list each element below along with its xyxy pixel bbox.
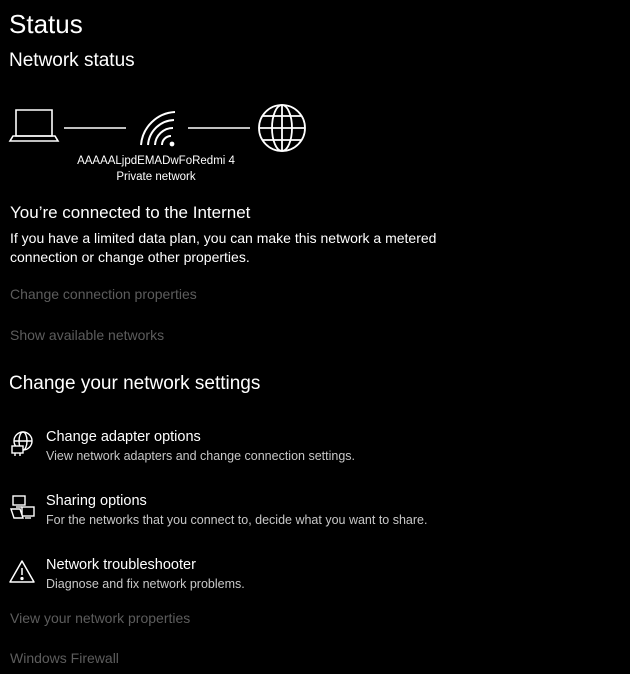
network-status-heading: Network status	[9, 50, 135, 71]
change-adapter-options-title: Change adapter options	[46, 429, 201, 445]
laptop-icon	[8, 109, 60, 142]
network-troubleshooter-title: Network troubleshooter	[46, 557, 196, 573]
sharing-options-description: For the networks that you connect to, de…	[46, 513, 428, 527]
network-adapter-icon	[11, 431, 33, 456]
change-adapter-options-item[interactable]: Change adapter options View network adap…	[6, 428, 526, 468]
connection-status-heading: You’re connected to the Internet	[10, 203, 251, 222]
wifi-dot	[169, 141, 175, 147]
connection-status-description: If you have a limited data plan, you can…	[10, 230, 437, 265]
network-troubleshooter-item[interactable]: Network troubleshooter Diagnose and fix …	[6, 556, 526, 596]
change-network-settings-heading: Change your network settings	[9, 373, 261, 394]
sharing-icon	[10, 495, 35, 519]
network-type: Private network	[116, 171, 196, 183]
globe-icon	[258, 104, 306, 152]
network-name: AAAAALjpdEMADwFoRedmi 4	[77, 155, 235, 167]
network-troubleshooter-description: Diagnose and fix network problems.	[46, 577, 245, 591]
change-adapter-options-description: View network adapters and change connect…	[46, 449, 355, 463]
warning-icon	[9, 560, 35, 583]
sharing-options-title: Sharing options	[46, 493, 147, 509]
view-network-properties-link[interactable]: View your network properties	[10, 609, 190, 627]
page-title: Status	[9, 9, 83, 39]
show-available-networks-link[interactable]: Show available networks	[10, 326, 164, 344]
sharing-options-item[interactable]: Sharing options For the networks that yo…	[6, 492, 526, 532]
network-diagram-graphic	[8, 104, 306, 152]
wifi-icon	[140, 111, 176, 146]
windows-firewall-link[interactable]: Windows Firewall	[10, 649, 119, 667]
change-connection-properties-link[interactable]: Change connection properties	[10, 285, 197, 303]
